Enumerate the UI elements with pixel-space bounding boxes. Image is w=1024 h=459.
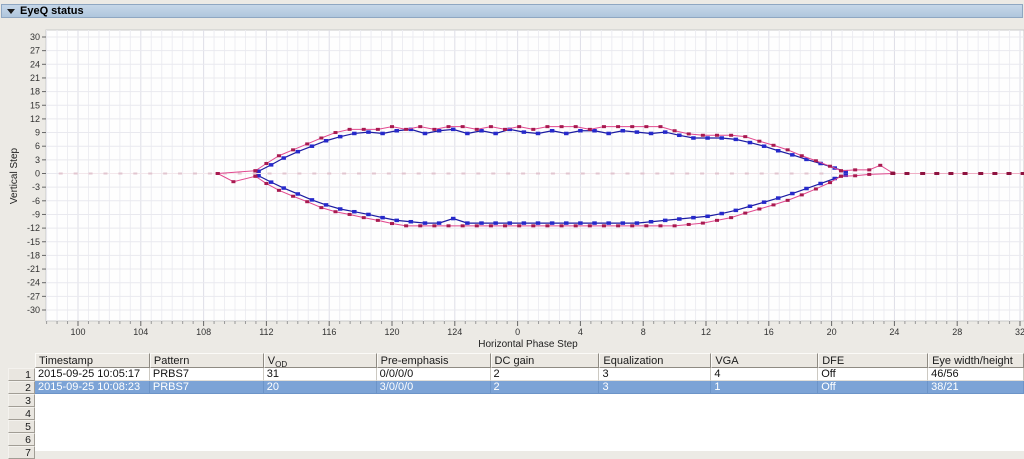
y-tick-label: 6 xyxy=(35,141,40,151)
y-tick-label: 21 xyxy=(30,73,40,83)
row-number[interactable]: 3 xyxy=(8,394,35,407)
table-row-6[interactable]: 6 xyxy=(8,433,1024,446)
cell-vga: 1 xyxy=(711,381,819,394)
x-tick-label: 12 xyxy=(701,327,711,337)
empty-row-space xyxy=(35,420,1024,433)
y-tick-label: -30 xyxy=(27,305,40,315)
y-tick-label: -3 xyxy=(32,182,40,192)
empty-row-space xyxy=(35,433,1024,446)
x-tick-label: 8 xyxy=(641,327,646,337)
panel-title: EyeQ status xyxy=(20,4,84,17)
x-tick-label: 112 xyxy=(259,327,273,337)
column-header-equalization[interactable]: Equalization xyxy=(599,353,712,368)
column-header-pre-emphasis[interactable]: Pre-emphasis xyxy=(376,353,491,368)
column-header-timestamp[interactable]: Timestamp xyxy=(34,353,150,368)
x-tick-label: 124 xyxy=(447,327,462,337)
cell-eye-width-height: 46/56 xyxy=(928,368,1024,381)
cell-equalization: 3 xyxy=(599,381,712,394)
y-tick-label: -18 xyxy=(27,250,40,260)
cell-dc-gain: 2 xyxy=(490,368,600,381)
table-corner xyxy=(8,353,35,368)
cell-pre-emphasis: 0/0/0/0 xyxy=(376,368,491,381)
cell-dc-gain: 2 xyxy=(490,381,600,394)
row-number[interactable]: 2 xyxy=(8,381,35,394)
cell-timestamp: 2015-09-25 10:08:23 xyxy=(34,381,150,394)
x-tick-label: 20 xyxy=(827,327,837,337)
x-axis-title: Horizontal Phase Step xyxy=(478,339,578,350)
x-tick-label: 16 xyxy=(764,327,774,337)
x-tick-label: 108 xyxy=(196,327,211,337)
y-tick-label: -6 xyxy=(32,196,40,206)
y-tick-label: 30 xyxy=(30,32,40,42)
table-row-7[interactable]: 7 xyxy=(8,446,1024,459)
y-tick-label: -27 xyxy=(27,291,40,301)
eyeq-results-table: Timestamp Pattern VOD Pre-emphasis DC gain Eq… xyxy=(8,353,1024,459)
collapse-triangle-icon[interactable] xyxy=(7,8,15,14)
y-tick-label: 24 xyxy=(30,59,40,69)
empty-row-space xyxy=(35,446,1024,459)
table-row-3[interactable]: 3 xyxy=(8,394,1024,407)
cell-timestamp: 2015-09-25 10:05:17 xyxy=(34,368,150,381)
y-tick-label: -21 xyxy=(27,264,40,274)
y-tick-label: 3 xyxy=(35,155,40,165)
cell-eye-width-height: 38/21 xyxy=(928,381,1024,394)
x-tick-label: 104 xyxy=(133,327,148,337)
y-tick-label: -24 xyxy=(27,278,40,288)
table-row-4[interactable]: 4 xyxy=(8,407,1024,420)
y-tick-label: 0 xyxy=(35,169,40,179)
x-tick-label: 0 xyxy=(515,327,520,337)
row-number[interactable]: 7 xyxy=(8,446,35,459)
column-header-vod[interactable]: VOD xyxy=(263,353,377,368)
empty-row-space xyxy=(35,407,1024,420)
cell-dfe: Off xyxy=(818,368,929,381)
x-tick-label: 24 xyxy=(889,327,899,337)
column-header-eye-width-height[interactable]: Eye width/height xyxy=(928,353,1024,368)
y-tick-label: 18 xyxy=(30,87,40,97)
cell-vod: 31 xyxy=(263,368,377,381)
cell-pre-emphasis: 3/0/0/0 xyxy=(376,381,491,394)
x-tick-label: 100 xyxy=(70,327,85,337)
y-axis-title: Vertical Step xyxy=(9,147,20,204)
table-row-2[interactable]: 2 2015-09-25 10:08:23 PRBS7 20 3/0/0/0 2 3 1 Off… xyxy=(8,381,1024,394)
y-tick-label: -12 xyxy=(27,223,40,233)
y-tick-label: 12 xyxy=(30,114,40,124)
cell-dfe: Off xyxy=(818,381,929,394)
column-header-pattern[interactable]: Pattern xyxy=(149,353,264,368)
column-header-vga[interactable]: VGA xyxy=(711,353,819,368)
empty-row-space xyxy=(35,394,1024,407)
cell-vod: 20 xyxy=(263,381,377,394)
y-tick-label: -9 xyxy=(32,209,40,219)
column-header-dc-gain[interactable]: DC gain xyxy=(490,353,600,368)
cell-pattern: PRBS7 xyxy=(149,381,264,394)
x-tick-label: 4 xyxy=(578,327,583,337)
row-number[interactable]: 1 xyxy=(8,368,35,381)
eye-diagram-chart: 100 104 108 112 116 120 124 0 4 8 12 16 20 24 28 323027… xyxy=(9,29,1024,350)
table-row-5[interactable]: 5 xyxy=(8,420,1024,433)
x-tick-label: 116 xyxy=(322,327,336,337)
column-header-dfe[interactable]: DFE xyxy=(818,353,929,368)
y-tick-label: 15 xyxy=(30,100,40,110)
y-tick-label: 27 xyxy=(30,46,40,56)
y-tick-label: 9 xyxy=(35,128,40,138)
row-number[interactable]: 6 xyxy=(8,433,35,446)
y-tick-label: -15 xyxy=(27,237,40,247)
table-header-row: Timestamp Pattern VOD Pre-emphasis DC gain Eq… xyxy=(8,353,1024,368)
row-number[interactable]: 4 xyxy=(8,407,35,420)
cell-pattern: PRBS7 xyxy=(149,368,264,381)
table-row-1[interactable]: 1 2015-09-25 10:05:17 PRBS7 31 0/0/0/0 2 3 4 Off… xyxy=(8,368,1024,381)
cell-vga: 4 xyxy=(711,368,819,381)
cell-equalization: 3 xyxy=(599,368,712,381)
x-tick-label: 28 xyxy=(952,327,962,337)
x-tick-label: 32 xyxy=(1015,327,1024,337)
eyeq-status-panel-header[interactable]: EyeQ status xyxy=(1,4,1023,18)
x-tick-label: 120 xyxy=(384,327,399,337)
row-number[interactable]: 5 xyxy=(8,420,35,433)
